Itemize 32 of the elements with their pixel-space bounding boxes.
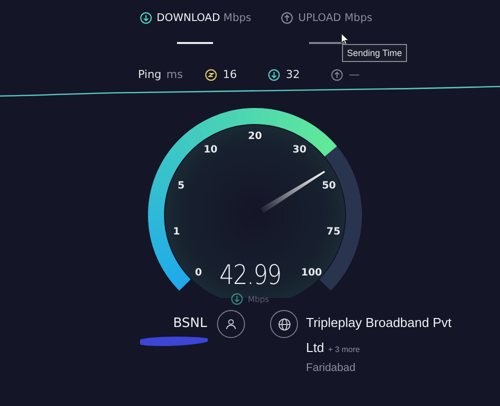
tooltip: Sending Time <box>342 44 408 62</box>
gauge-tick-label: 0 <box>194 268 202 279</box>
server-location: Faridabad <box>306 362 357 374</box>
download-icon <box>140 12 152 24</box>
gauge-tick-label: 30 <box>292 144 306 156</box>
cursor-icon <box>341 33 349 45</box>
speed-unit: Mbps <box>248 294 270 304</box>
provider-name: BSNL <box>173 316 207 331</box>
upload-icon <box>281 12 294 24</box>
gauge-tick-label: 10 <box>204 144 218 156</box>
gauge-tick-label: 20 <box>248 131 262 142</box>
user-icon <box>217 310 245 338</box>
ping-value: 16 <box>222 68 237 81</box>
globe-icon <box>270 310 298 338</box>
speed-value: 42.99 <box>219 260 281 291</box>
redaction-scribble <box>139 335 209 347</box>
gauge-tick-label: 75 <box>326 226 340 238</box>
isp-name: Tripleplay Broadband Pvt Ltd + 3 more <box>306 314 452 357</box>
gauge-tick-label: 50 <box>322 180 336 192</box>
ping-value: 32 <box>286 68 300 81</box>
gauge-tick-label: 5 <box>178 180 185 192</box>
gauge-tick-label: 100 <box>301 268 322 279</box>
download-icon <box>268 68 280 80</box>
speed-tab[interactable]: UPLOAD Mbps <box>281 12 372 44</box>
jitter-icon <box>204 68 217 80</box>
download-icon <box>230 293 243 305</box>
gauge-tick-label: 1 <box>173 226 180 238</box>
ping-unit: ms <box>166 68 183 81</box>
speed-tab[interactable]: DOWNLOAD Mbps <box>140 12 252 44</box>
upload-icon <box>330 68 343 80</box>
ping-label: Ping <box>138 68 162 81</box>
ping-value: — <box>348 68 360 81</box>
